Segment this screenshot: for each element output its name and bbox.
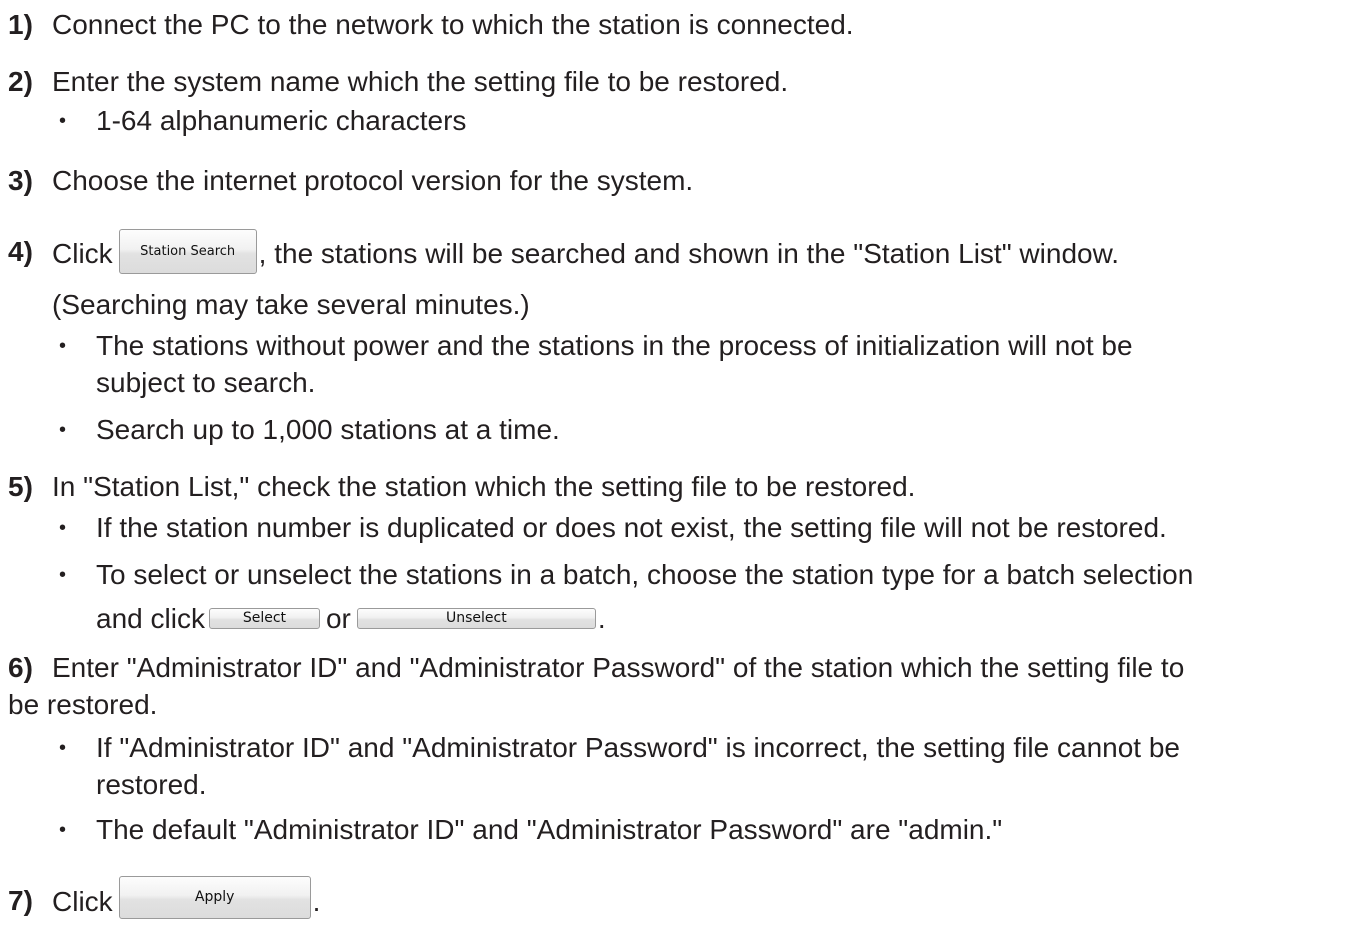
bullet-icon: • bbox=[59, 517, 67, 539]
bullet-text: The default "Administrator ID" and "Admi… bbox=[96, 814, 1003, 845]
step-text-before: Click bbox=[52, 885, 113, 917]
step-text: Enter the system name which the setting … bbox=[52, 66, 789, 97]
bullet-text: To select or unselect the stations in a … bbox=[96, 559, 1194, 590]
bullet-text: subject to search. bbox=[96, 367, 316, 398]
bullet-icon: • bbox=[59, 819, 67, 841]
step-text: Connect the PC to the network to which t… bbox=[52, 9, 854, 40]
bullet-text: If "Administrator ID" and "Administrator… bbox=[96, 732, 1180, 763]
bullet-icon: • bbox=[59, 419, 67, 441]
bullet-line: and click Select or Unselect. bbox=[96, 600, 606, 638]
apply-button[interactable]: Apply bbox=[118, 876, 311, 919]
step-number: 5) bbox=[8, 471, 33, 502]
bullet-text: Search up to 1,000 stations at a time. bbox=[96, 414, 560, 445]
unselect-button[interactable]: Unselect bbox=[356, 608, 596, 630]
step-number: 6) bbox=[8, 652, 33, 683]
step-text: Choose the internet protocol version for… bbox=[52, 165, 694, 196]
bullet-text: restored. bbox=[96, 769, 207, 800]
bullet-text: 1-64 alphanumeric characters bbox=[96, 105, 467, 136]
step-number: 4) bbox=[8, 236, 33, 267]
bullet-icon: • bbox=[59, 110, 67, 132]
station-search-button[interactable]: Station Search bbox=[118, 229, 257, 274]
step-line-2: be restored. bbox=[8, 689, 158, 720]
step-line-1: Click Apply. bbox=[52, 876, 321, 925]
bullet-icon: • bbox=[59, 737, 67, 759]
step-line-1: Click Station Search, the stations will b… bbox=[52, 229, 1120, 278]
and-click-text: and click bbox=[96, 603, 205, 634]
step-text-after: . bbox=[312, 885, 321, 917]
step-text-after: , the stations will be searched and show… bbox=[258, 237, 1120, 269]
bullet-text: If the station number is duplicated or d… bbox=[96, 512, 1167, 543]
period-text: . bbox=[597, 603, 606, 634]
select-button[interactable]: Select bbox=[208, 608, 320, 630]
step-line-2: (Searching may take several minutes.) bbox=[52, 289, 530, 320]
step-number: 3) bbox=[8, 165, 33, 196]
step-text: Enter "Administrator ID" and "Administra… bbox=[52, 652, 1185, 683]
bullet-icon: • bbox=[59, 564, 67, 586]
bullet-icon: • bbox=[59, 335, 67, 357]
step-number: 2) bbox=[8, 66, 33, 97]
step-text-before: Click bbox=[52, 237, 113, 269]
step-number: 7) bbox=[8, 885, 33, 916]
bullet-text: The stations without power and the stati… bbox=[96, 330, 1133, 361]
step-number: 1) bbox=[8, 9, 33, 40]
step-text: In "Station List," check the station whi… bbox=[52, 471, 916, 502]
or-text: or bbox=[325, 603, 351, 634]
instruction-document: 1) Connect the PC to the network to whic… bbox=[0, 0, 1361, 936]
